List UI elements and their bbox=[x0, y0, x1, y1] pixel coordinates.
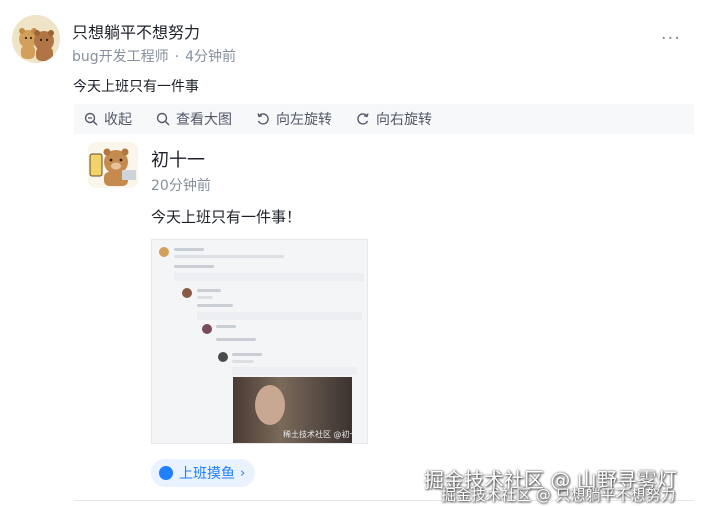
quoted-text: 今天上班只有一件事！ bbox=[151, 208, 302, 226]
meta-separator: · bbox=[174, 49, 180, 65]
author-name[interactable]: 只想躺平不想努力 bbox=[72, 19, 200, 43]
author-meta: bug开发工程师 · 4分钟前 bbox=[72, 46, 236, 66]
view-large-button[interactable]: 查看大图 bbox=[156, 109, 232, 129]
more-options-button[interactable]: ··· bbox=[661, 28, 681, 49]
author-role: bug开发工程师 bbox=[72, 49, 169, 65]
image-line bbox=[174, 255, 284, 258]
image-avatar bbox=[159, 247, 169, 257]
view-large-label: 查看大图 bbox=[176, 112, 232, 128]
image-line bbox=[197, 289, 221, 292]
image-line bbox=[197, 296, 213, 299]
image-line bbox=[197, 304, 233, 307]
rotate-right-button[interactable]: 向右旋转 bbox=[356, 109, 432, 129]
rotate-left-button[interactable]: 向左旋转 bbox=[256, 109, 332, 129]
bears-avatar-icon bbox=[12, 15, 60, 63]
image-toolbar-band bbox=[232, 367, 357, 375]
zoom-out-icon bbox=[84, 112, 98, 126]
photo-face bbox=[255, 385, 285, 425]
post-time: 4分钟前 bbox=[185, 49, 237, 65]
embedded-photo: 稀土技术社区 @初十一 bbox=[233, 377, 352, 443]
collapse-button[interactable]: 收起 bbox=[84, 109, 132, 129]
post-image[interactable]: 稀土技术社区 @初十一 bbox=[151, 239, 368, 444]
image-avatar bbox=[182, 288, 192, 298]
bear-sticker-icon bbox=[88, 142, 138, 188]
watermark-line-2: 掘金技术社区 @ 只想躺平不想努力 bbox=[441, 486, 676, 504]
quoted-author-name[interactable]: 初十一 bbox=[151, 146, 205, 172]
search-icon bbox=[156, 112, 170, 126]
topic-label: 上班摸鱼 bbox=[179, 466, 235, 482]
rotate-right-icon bbox=[357, 113, 369, 125]
image-avatar bbox=[202, 324, 212, 334]
image-toolbar-band bbox=[197, 312, 362, 320]
quoted-avatar[interactable] bbox=[88, 142, 138, 188]
post-page: 只想躺平不想努力 bug开发工程师 · 4分钟前 ··· 今天上班只有一件事 收起 … bbox=[0, 0, 717, 506]
topic-icon bbox=[159, 466, 173, 480]
image-line bbox=[216, 325, 236, 328]
collapse-label: 收起 bbox=[104, 112, 132, 128]
topic-tag[interactable]: 上班摸鱼 › bbox=[151, 459, 256, 487]
image-toolbar: 收起 查看大图 向左旋转 向右旋转 bbox=[74, 104, 694, 134]
image-line bbox=[232, 353, 262, 356]
quoted-time: 20分钟前 bbox=[151, 178, 211, 194]
chevron-right-icon: › bbox=[240, 465, 246, 481]
image-line bbox=[216, 338, 256, 341]
photo-watermark: 稀土技术社区 @初十一 bbox=[283, 430, 352, 439]
image-toolbar-band bbox=[174, 273, 364, 281]
rotate-left-label: 向左旋转 bbox=[276, 112, 332, 128]
rotate-left-icon bbox=[257, 113, 269, 125]
avatar[interactable] bbox=[12, 15, 60, 63]
post-text: 今天上班只有一件事 bbox=[73, 79, 199, 95]
image-line bbox=[232, 360, 254, 363]
image-avatar bbox=[218, 352, 228, 362]
image-line bbox=[174, 265, 214, 268]
image-line bbox=[174, 248, 204, 251]
rotate-right-label: 向右旋转 bbox=[376, 112, 432, 128]
